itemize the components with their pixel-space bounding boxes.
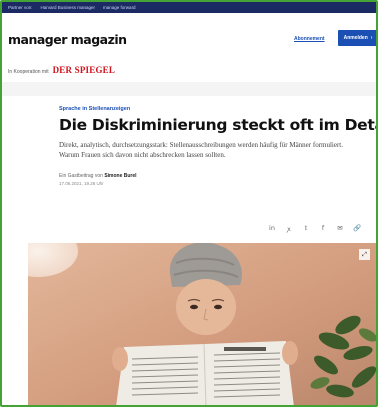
xing-icon[interactable]: ꭗ [284, 223, 294, 233]
expand-icon[interactable]: ⤢ [359, 249, 370, 260]
woman-reading-newspaper-image [28, 243, 376, 405]
cooperation-label: In Kooperation mit [8, 69, 49, 75]
subscribe-link[interactable]: Abonnement [294, 36, 325, 42]
ad-spacer [2, 82, 376, 96]
publish-date: 17.06.2021, 19.26 Uhr [59, 181, 104, 186]
article-image: ⤢ [28, 243, 376, 405]
share-bar: in ꭗ 𝕥 f ✉ 🔗 [267, 223, 362, 233]
partner-link-manage-forward[interactable]: manage forward [103, 5, 136, 10]
article-header: Sprache in Stellenanzeigen Die Diskrimin… [2, 96, 376, 204]
login-label: Anmelden [343, 35, 368, 41]
article-teaser: Direkt, analytisch, durchsetzungsstark: … [59, 141, 343, 159]
link-icon[interactable]: 🔗 [352, 223, 362, 233]
article-headline: Die Diskriminierung steckt oft im Detail [59, 116, 378, 134]
byline-prefix: Ein Gastbeitrag von [59, 173, 103, 179]
site-header: manager magazin Abonnement Anmelden › [2, 13, 376, 59]
cooperation-note: In Kooperation mit DER SPIEGEL [8, 65, 115, 75]
site-logo[interactable]: manager magazin [8, 32, 127, 47]
login-button[interactable]: Anmelden › [338, 30, 376, 46]
author-link[interactable]: Simone Burel [104, 173, 136, 179]
mail-icon[interactable]: ✉ [335, 223, 345, 233]
article-kicker: Sprache in Stellenanzeigen [59, 106, 131, 112]
twitter-icon[interactable]: 𝕥 [301, 223, 311, 233]
facebook-icon[interactable]: f [318, 223, 328, 233]
article-byline: Ein Gastbeitrag von Simone Burel [59, 173, 137, 179]
partner-label: Partner von: [8, 5, 33, 10]
spiegel-logo[interactable]: DER SPIEGEL [53, 65, 115, 75]
linkedin-icon[interactable]: in [267, 223, 277, 233]
partner-bar: Partner von: Harvard Business manager ma… [2, 2, 376, 13]
browser-frame: Partner von: Harvard Business manager ma… [0, 0, 378, 407]
partner-link-hbm[interactable]: Harvard Business manager [41, 5, 96, 10]
chevron-right-icon: › [370, 35, 373, 41]
